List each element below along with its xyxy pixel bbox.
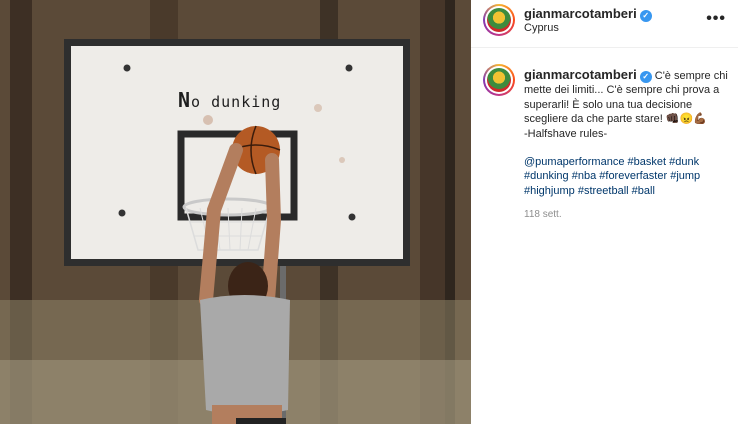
backboard-sign-initial: N [178, 88, 192, 112]
post-timestamp[interactable]: 118 sett. [524, 208, 729, 222]
caption-signoff: -Halfshave rules- [524, 127, 608, 140]
hashtag-link[interactable]: #dunk [669, 156, 699, 168]
mention-link[interactable]: @pumaperformance [524, 156, 624, 168]
hashtag-link[interactable]: #jump [670, 170, 700, 182]
header-username-text[interactable]: gianmarcotamberi [524, 6, 637, 21]
hashtag-link[interactable]: #foreverfaster [599, 170, 667, 182]
hashtag-link[interactable]: #nba [572, 170, 596, 182]
avatar-image [487, 68, 511, 92]
caption-avatar[interactable] [483, 64, 515, 96]
verified-badge-icon: ✓ [639, 71, 652, 83]
caption-body: gianmarcotamberi ✓ C'è sempre chi mette d… [524, 67, 729, 223]
avatar-image [487, 8, 511, 32]
hashtag-link[interactable]: #ball [632, 185, 655, 197]
more-options-icon[interactable]: ••• [706, 10, 726, 28]
backboard-sign: No dunking [178, 88, 281, 112]
post-header: gianmarcotamberi ✓ Cyprus ••• [471, 0, 738, 48]
hashtag-link[interactable]: #streetball [578, 185, 629, 197]
caption-text-block: gianmarcotamberi ✓ C'è sempre chi mette d… [524, 67, 729, 141]
location-link[interactable]: Cyprus [524, 22, 559, 34]
backboard-sign-rest: o dunking [191, 93, 282, 111]
photo-illustration [0, 0, 471, 424]
caption-username[interactable]: gianmarcotamberi [524, 67, 637, 82]
caption-emoji: 👊🏿😠💪🏾 [665, 113, 707, 126]
header-username[interactable]: gianmarcotamberi ✓ [524, 6, 652, 22]
hashtag-link[interactable]: #dunking [524, 170, 569, 182]
hashtag-link[interactable]: #basket [628, 156, 667, 168]
verified-badge-icon: ✓ [639, 10, 652, 22]
post-photo[interactable]: No dunking [0, 0, 471, 424]
profile-avatar[interactable] [483, 4, 515, 36]
post-sidebar: gianmarcotamberi ✓ Cyprus ••• gianmarcota… [471, 0, 738, 424]
hashtag-link[interactable]: #highjump [524, 185, 575, 197]
hashtag-list: @pumaperformance #basket #dunk #dunking … [524, 155, 729, 198]
